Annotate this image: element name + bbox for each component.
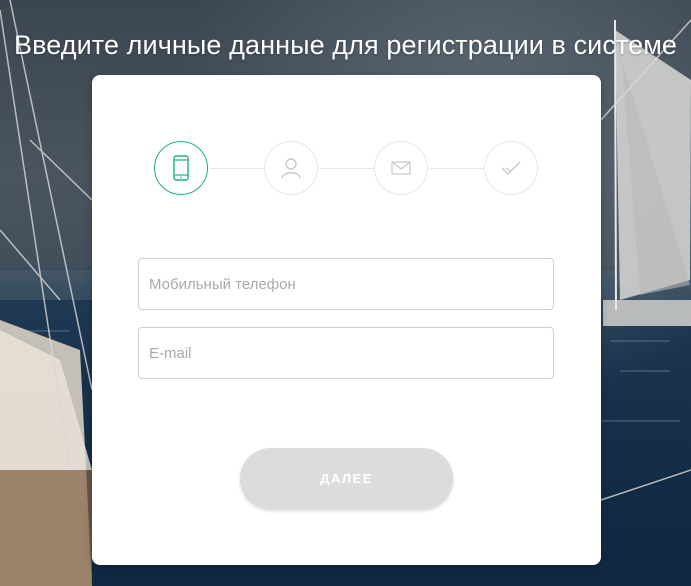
- next-button[interactable]: ДАЛЕЕ: [240, 448, 453, 509]
- step-email: [374, 141, 428, 195]
- step-confirm: [484, 141, 538, 195]
- envelope-icon: [391, 161, 411, 175]
- step-connector: [210, 168, 264, 169]
- email-input[interactable]: [138, 327, 554, 379]
- mobile-phone-icon: [173, 155, 189, 181]
- step-connector: [320, 168, 374, 169]
- step-phone: [154, 141, 208, 195]
- page-title: Введите личные данные для регистрации в …: [13, 30, 678, 61]
- step-connector: [430, 168, 484, 169]
- user-icon: [281, 158, 301, 179]
- step-profile: [264, 141, 318, 195]
- checkmark-icon: [501, 161, 521, 175]
- phone-input[interactable]: [138, 258, 554, 310]
- registration-card: ДАЛЕЕ: [92, 75, 601, 565]
